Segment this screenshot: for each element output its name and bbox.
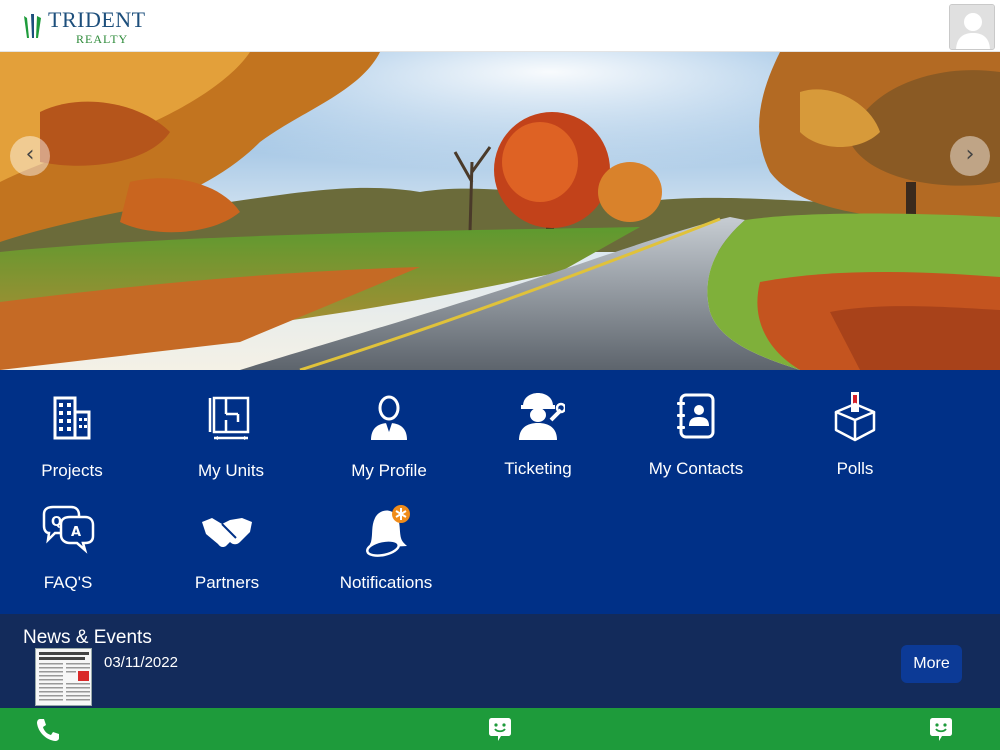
carousel-prev-button[interactable]: ‹ [10,136,50,176]
menu-item-partners[interactable]: Partners [152,494,302,594]
menu-item-label: Ticketing [504,459,572,478]
news-events-section: News & Events 03/11/2022 More [0,614,1000,708]
logo-subtitle: REALTY [76,32,129,46]
menu-item-label: FAQ'S [43,573,93,592]
user-avatar-icon [950,5,994,49]
news-thumbnail[interactable] [35,648,92,706]
autumn-road-image [0,52,1000,370]
menu-item-label: My Units [197,461,265,480]
menu-item-my-profile[interactable]: My Profile [314,382,464,482]
user-avatar[interactable] [949,4,995,50]
menu-item-notifications[interactable]: Notifications [311,494,461,594]
chat-button[interactable] [486,716,514,744]
menu-item-my-contacts[interactable]: My Contacts [621,380,771,480]
bell-icon [366,505,410,557]
trident-logo[interactable]: TRIDENT REALTY [18,6,158,46]
menu-item-faqs[interactable]: Q A FAQ'S [0,494,143,594]
handshake-icon [202,518,252,548]
feature-menu: Projects My Units My Profile Ticketing M… [0,370,1000,614]
header-bar: TRIDENT REALTY [0,0,1000,52]
ballot-box-icon [834,392,876,442]
technician-icon [519,393,565,440]
floor-plan-icon [208,396,250,440]
person-icon [371,395,407,440]
buildings-icon [53,396,91,440]
news-section-title: News & Events [23,627,152,648]
news-date: 03/11/2022 [104,654,178,671]
menu-item-label: Polls [836,459,874,478]
logo-title: TRIDENT [48,7,146,32]
carousel-next-button[interactable]: › [950,136,990,176]
menu-item-my-units[interactable]: My Units [156,382,306,482]
menu-item-ticketing[interactable]: Ticketing [463,380,613,480]
menu-item-projects[interactable]: Projects [0,382,147,482]
banner-carousel[interactable]: ‹ › [0,52,1000,370]
menu-item-label: My Contacts [648,459,744,478]
menu-item-label: Projects [41,461,103,480]
feedback-button[interactable] [927,716,955,744]
menu-item-label: Partners [194,573,260,592]
bottom-action-bar [0,708,1000,750]
call-button[interactable] [34,716,62,744]
app-root: TRIDENT REALTY ‹ › Projects My Units My … [0,0,1000,750]
chat-icon [930,718,952,741]
menu-item-label: My Profile [351,461,427,480]
newspaper-clipping-image [36,649,91,705]
qa-bubbles-icon: Q A [42,505,95,554]
logo-mark-icon [24,14,41,38]
phone-icon [37,719,59,741]
menu-item-polls[interactable]: Polls [780,380,930,480]
chat-icon [489,718,511,741]
menu-item-label: Notifications [339,573,433,592]
contact-book-icon [677,393,715,439]
svg-text:Q: Q [51,515,62,530]
svg-text:A: A [71,525,81,540]
more-button[interactable]: More [901,645,962,683]
